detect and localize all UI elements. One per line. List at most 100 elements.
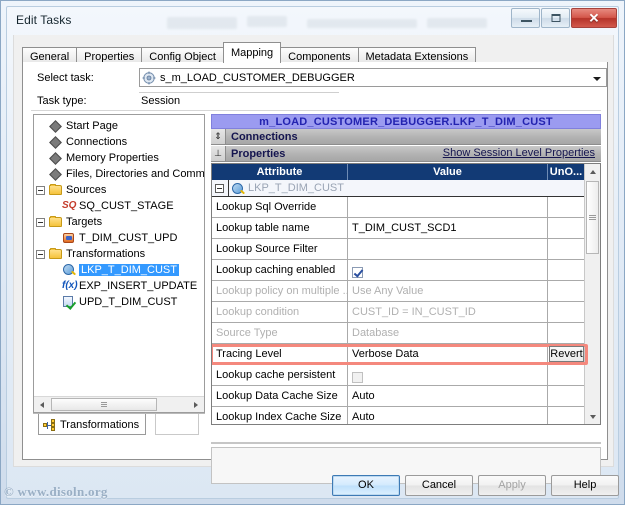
tree-item-targets[interactable]: Targets bbox=[34, 214, 204, 230]
ghost-artifact bbox=[427, 18, 487, 28]
table-row[interactable]: Lookup Source Filter bbox=[212, 239, 585, 260]
row-value[interactable]: Auto bbox=[348, 386, 548, 406]
title-bar[interactable]: Edit Tasks ✕ bbox=[7, 7, 620, 35]
collapse-vertical-icon[interactable]: ⊥ bbox=[211, 146, 226, 161]
folder-icon bbox=[49, 215, 63, 229]
select-task-value: s_m_LOAD_CUSTOMER_DEBUGGER bbox=[160, 71, 355, 84]
row-value[interactable] bbox=[348, 365, 548, 385]
row-unoverride[interactable] bbox=[548, 239, 585, 259]
scroll-right-icon[interactable] bbox=[188, 397, 204, 412]
row-attribute: Lookup Index Cache Size bbox=[212, 407, 348, 424]
watermark: © www.disoln.org bbox=[4, 484, 108, 499]
folder-icon bbox=[49, 183, 63, 197]
scroll-up-icon[interactable] bbox=[585, 164, 600, 179]
diamond-icon bbox=[49, 151, 63, 165]
tree-item-t-dim-cust-upd[interactable]: T_DIM_CUST_UPD bbox=[34, 230, 204, 246]
ok-button[interactable]: OK bbox=[332, 475, 400, 496]
table-row[interactable]: Lookup cache persistent bbox=[212, 365, 585, 386]
tree-item-start-page[interactable]: Start Page bbox=[34, 118, 204, 134]
row-unoverride[interactable] bbox=[548, 260, 585, 280]
grid-node-row[interactable]: LKP_T_DIM_CUST bbox=[212, 179, 585, 197]
divider bbox=[31, 110, 601, 111]
tree-item-sq-cust-stage[interactable]: SQ SQ_CUST_STAGE bbox=[34, 198, 204, 214]
minimize-button[interactable] bbox=[511, 8, 540, 28]
row-attribute: Lookup cache persistent bbox=[212, 365, 348, 385]
row-value[interactable] bbox=[348, 239, 548, 259]
row-value[interactable] bbox=[348, 197, 548, 217]
row-value: Use Any Value bbox=[348, 281, 548, 301]
scroll-left-icon[interactable] bbox=[34, 397, 50, 412]
mapping-object-tree[interactable]: Start Page Connections Memory Properties bbox=[33, 114, 205, 413]
row-value: Database bbox=[348, 323, 548, 343]
tree-item-exp-insert-update[interactable]: f(x) EXP_INSERT_UPDATE bbox=[34, 278, 204, 294]
column-header-value[interactable]: Value bbox=[348, 164, 548, 180]
row-value[interactable] bbox=[348, 260, 548, 280]
tree-item-transformations[interactable]: Transformations bbox=[34, 246, 204, 262]
revert-button[interactable]: Revert bbox=[549, 346, 584, 362]
properties-band[interactable]: ⊥ Properties Show Session Level Properti… bbox=[211, 146, 601, 162]
tree-item-sources[interactable]: Sources bbox=[34, 182, 204, 198]
tab-mapping[interactable]: Mapping bbox=[222, 42, 282, 63]
column-header-attribute[interactable]: Attribute bbox=[212, 164, 348, 180]
tree-item-lkp-t-dim-cust[interactable]: LKP_T_DIM_CUST bbox=[34, 262, 204, 278]
tree-horizontal-scrollbar[interactable] bbox=[34, 396, 204, 412]
tree-item-upd-t-dim-cust[interactable]: UPD_T_DIM_CUST bbox=[34, 294, 204, 310]
row-unoverride[interactable] bbox=[548, 218, 585, 238]
table-row[interactable]: Lookup table name T_DIM_CUST_SCD1 bbox=[212, 218, 585, 239]
show-session-level-properties-link[interactable]: Show Session Level Properties bbox=[443, 147, 595, 159]
resize-vertical-icon[interactable]: ⇕ bbox=[211, 129, 226, 144]
tree-bottom-tabbar: Transformations bbox=[33, 413, 205, 439]
row-attribute: Tracing Level bbox=[212, 344, 348, 364]
row-value[interactable]: T_DIM_CUST_SCD1 bbox=[348, 218, 548, 238]
row-unoverride[interactable] bbox=[548, 407, 585, 424]
maximize-button[interactable] bbox=[541, 8, 570, 28]
collapse-icon[interactable] bbox=[36, 185, 45, 195]
grid-body: LKP_T_DIM_CUST Lookup Sql Override Looku… bbox=[212, 179, 588, 424]
task-type-value: Session bbox=[141, 95, 181, 107]
close-button[interactable]: ✕ bbox=[571, 8, 617, 28]
row-unoverride[interactable] bbox=[548, 386, 585, 406]
table-row[interactable]: Lookup Index Cache Size Auto bbox=[212, 407, 585, 424]
table-row-tracing-level[interactable]: Tracing Level Verbose Data Revert bbox=[212, 344, 588, 365]
row-unoverride[interactable] bbox=[548, 197, 585, 217]
collapse-icon[interactable] bbox=[36, 217, 45, 227]
tree-item-label: Files, Directories and Comm bbox=[66, 168, 205, 180]
lookup-caching-enabled-checkbox[interactable] bbox=[352, 266, 363, 278]
tree-item-connections[interactable]: Connections bbox=[34, 134, 204, 150]
select-task-combo[interactable]: s_m_LOAD_CUSTOMER_DEBUGGER bbox=[139, 68, 607, 87]
scrollbar-thumb[interactable] bbox=[51, 398, 157, 411]
help-button[interactable]: Help bbox=[551, 475, 619, 496]
row-attribute: Lookup Source Filter bbox=[212, 239, 348, 259]
row-attribute: Lookup table name bbox=[212, 218, 348, 238]
scroll-down-icon[interactable] bbox=[585, 409, 600, 424]
collapse-icon[interactable] bbox=[215, 183, 224, 193]
tree-item-memory-properties[interactable]: Memory Properties bbox=[34, 150, 204, 166]
table-row[interactable]: Lookup Data Cache Size Auto bbox=[212, 386, 585, 407]
column-header-unoverride[interactable]: UnO... bbox=[548, 164, 585, 180]
grid-vertical-scrollbar[interactable] bbox=[584, 164, 600, 424]
tab-transformations[interactable]: Transformations bbox=[38, 414, 147, 435]
lookup-icon bbox=[62, 263, 76, 277]
tracing-level-value[interactable]: Verbose Data bbox=[348, 344, 548, 364]
apply-button: Apply bbox=[478, 475, 546, 496]
mapping-tab-page: Select task: s_m_LOAD_CUSTOMER_DEBUGGER … bbox=[22, 62, 608, 484]
row-attribute: Lookup caching enabled bbox=[212, 260, 348, 280]
table-row[interactable]: Lookup Sql Override bbox=[212, 197, 585, 218]
cancel-button[interactable]: Cancel bbox=[405, 475, 473, 496]
tab-empty-slot bbox=[155, 414, 199, 435]
update-strategy-icon bbox=[62, 295, 76, 309]
row-value[interactable]: Auto bbox=[348, 407, 548, 424]
row-attribute: Lookup policy on multiple ... bbox=[212, 281, 348, 301]
row-value: CUST_ID = IN_CUST_ID bbox=[348, 302, 548, 322]
connections-band[interactable]: ⇕ Connections bbox=[211, 129, 601, 145]
table-row[interactable]: Lookup caching enabled bbox=[212, 260, 585, 281]
row-unoverride[interactable] bbox=[548, 365, 585, 385]
tree-item-files-directories[interactable]: Files, Directories and Comm bbox=[34, 166, 204, 182]
tree-item-label: LKP_T_DIM_CUST bbox=[79, 264, 179, 276]
ghost-artifact bbox=[307, 19, 417, 28]
properties-panel-title: m_LOAD_CUSTOMER_DEBUGGER.LKP_T_DIM_CUST bbox=[211, 114, 601, 129]
lookup-cache-persistent-checkbox[interactable] bbox=[352, 371, 363, 383]
collapse-icon[interactable] bbox=[36, 249, 45, 259]
chevron-down-icon[interactable] bbox=[589, 71, 604, 86]
scrollbar-thumb[interactable] bbox=[586, 181, 599, 254]
